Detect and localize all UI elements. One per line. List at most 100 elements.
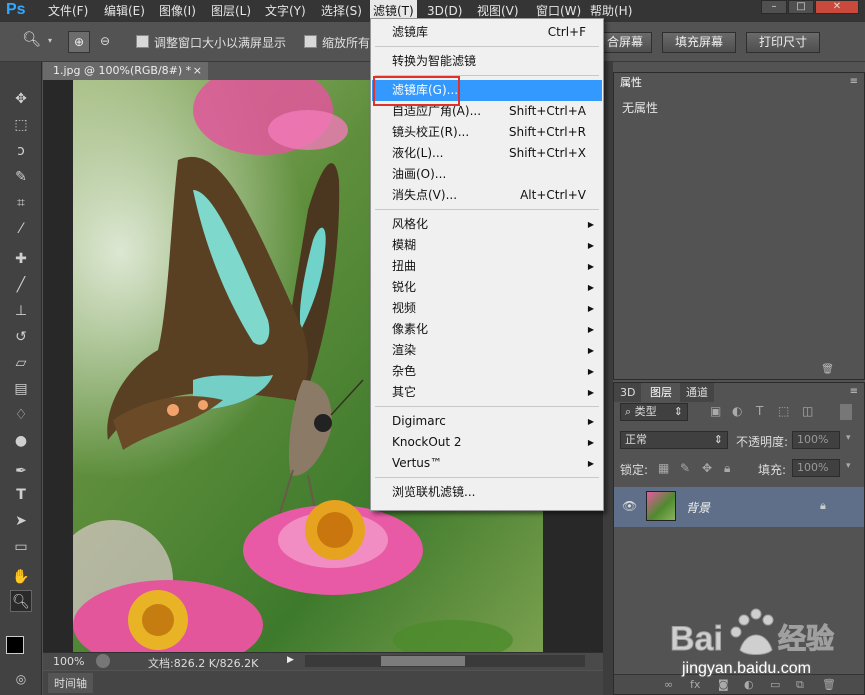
lock-all-icon[interactable]: 🔒︎ — [724, 461, 730, 476]
close-tab-icon[interactable]: × — [193, 62, 202, 80]
layer-name[interactable]: 背景 — [686, 499, 710, 516]
layer-filter-select[interactable]: ⌕ 类型 ⇕ — [620, 403, 688, 421]
lock-position-icon[interactable]: ✥ — [702, 461, 712, 475]
type-tool-icon[interactable]: T — [10, 484, 32, 506]
hand-tool-icon[interactable]: ✋ — [10, 566, 32, 588]
menu-item-8[interactable]: 视图(V) — [474, 3, 522, 19]
healing-brush-tool-icon[interactable]: ✚ — [10, 248, 32, 270]
filter-menu-item-0[interactable]: 滤镜库 Ctrl+F — [372, 22, 602, 43]
menu-item-9[interactable]: 窗口(W) — [533, 3, 584, 19]
filter-menu-item-6[interactable]: 镜头校正(R)... Shift+Ctrl+R — [372, 122, 602, 143]
document-tab[interactable]: 1.jpg @ 100%(RGB/8#) * × — [43, 62, 208, 80]
filter-toggle[interactable] — [840, 404, 852, 420]
layer-row-background[interactable]: 👁︎ 背景 🔒︎ — [614, 487, 864, 527]
filter-menu-item-label: 其它 — [392, 385, 417, 399]
filter-pixel-icon[interactable]: ▣ — [710, 404, 721, 418]
zoom-tool-icon[interactable]: 🔍︎ — [22, 30, 41, 48]
menu-item-2[interactable]: 图像(I) — [156, 3, 199, 19]
blend-mode-select[interactable]: 正常 ⇕ — [620, 431, 728, 449]
quick-mask-icon[interactable]: ◎ — [10, 668, 32, 690]
filter-smart-object-icon[interactable]: ◫ — [802, 404, 813, 418]
filter-menu-item-14[interactable]: 锐化 ▶ — [372, 277, 602, 298]
panel-menu-icon[interactable]: ≡ — [850, 76, 858, 87]
fill-input[interactable]: 100% — [792, 459, 840, 477]
horizontal-scrollbar[interactable] — [305, 655, 585, 667]
filter-type-icon[interactable]: T — [756, 404, 763, 418]
menu-separator — [375, 477, 599, 478]
filter-menu-item-12[interactable]: 模糊 ▶ — [372, 235, 602, 256]
filter-menu-item-9[interactable]: 消失点(V)... Alt+Ctrl+V — [372, 185, 602, 206]
status-arrow-icon[interactable]: ▶ — [287, 655, 294, 665]
menu-item-0[interactable]: 文件(F) — [45, 3, 91, 19]
filter-menu-item-8[interactable]: 油画(O)... — [372, 164, 602, 185]
brush-tool-icon[interactable]: ╱ — [10, 274, 32, 296]
baidu-jingyan-watermark: Bai 经验 jingyan.baidu.com — [660, 598, 865, 690]
filter-menu-item-25[interactable]: 浏览联机滤镜... — [372, 482, 602, 503]
status-menu-icon[interactable] — [96, 654, 110, 668]
foreground-color-swatch[interactable] — [6, 636, 24, 654]
path-selection-tool-icon[interactable]: ➤ — [10, 510, 32, 532]
tab-layers-2[interactable]: 通道 — [680, 383, 714, 402]
dodge-tool-icon[interactable]: ● — [10, 430, 32, 452]
menu-item-5[interactable]: 选择(S) — [318, 3, 365, 19]
maximize-button[interactable]: □ — [788, 0, 814, 14]
tab-layers-1[interactable]: 图层 — [644, 383, 678, 402]
zoom-in-icon[interactable]: ⊕ — [68, 31, 90, 53]
blur-tool-icon[interactable]: ♢ — [10, 404, 32, 426]
close-button[interactable]: ✕ — [815, 0, 859, 14]
menu-item-1[interactable]: 编辑(E) — [101, 3, 148, 19]
menu-item-3[interactable]: 图层(L) — [208, 3, 254, 19]
history-brush-tool-icon[interactable]: ↺ — [10, 326, 32, 348]
pen-tool-icon[interactable]: ✒ — [10, 460, 32, 482]
filter-menu-item-16[interactable]: 像素化 ▶ — [372, 319, 602, 340]
zoom-out-icon[interactable]: ⊖ — [94, 31, 116, 53]
tool-preset-arrow-icon[interactable]: ▾ — [48, 36, 52, 45]
rectangle-tool-icon[interactable]: ▭ — [10, 536, 32, 558]
fit-screen-button[interactable]: 合屏幕 — [598, 32, 652, 53]
menu-item-10[interactable]: 帮助(H) — [587, 3, 635, 19]
tab-layers-0[interactable]: 3D — [614, 383, 642, 402]
move-tool-icon[interactable]: ✥ — [10, 88, 32, 110]
zoom-tool-icon[interactable]: 🔍︎ — [10, 590, 32, 612]
filter-menu-item-11[interactable]: 风格化 ▶ — [372, 214, 602, 235]
quick-selection-tool-icon[interactable]: ✎ — [10, 166, 32, 188]
eyedropper-tool-icon[interactable]: ⁄ — [10, 218, 32, 240]
panel-menu-icon[interactable]: ≡ — [850, 386, 858, 397]
filter-menu-item-23[interactable]: Vertus™ ▶ — [372, 453, 602, 474]
filter-menu-item-17[interactable]: 渲染 ▶ — [372, 340, 602, 361]
filter-shape-icon[interactable]: ⬚ — [778, 404, 789, 418]
print-size-button[interactable]: 打印尺寸 — [746, 32, 820, 53]
visibility-eye-icon[interactable]: 👁︎ — [622, 499, 637, 513]
filter-menu-item-13[interactable]: 扭曲 ▶ — [372, 256, 602, 277]
tab-properties[interactable]: 属性 — [614, 73, 648, 92]
trash-icon[interactable]: 🗑︎ — [821, 364, 834, 375]
filter-menu-item-19[interactable]: 其它 ▶ — [372, 382, 602, 403]
crop-tool-icon[interactable]: ⌗ — [10, 192, 32, 214]
marquee-tool-icon[interactable]: ⬚ — [10, 114, 32, 136]
opacity-dropdown-icon[interactable]: ▾ — [846, 433, 851, 443]
scrollbar-thumb[interactable] — [381, 656, 465, 666]
gradient-tool-icon[interactable]: ▤ — [10, 378, 32, 400]
lock-pixels-icon[interactable]: ✎ — [680, 461, 690, 475]
filter-menu-item-18[interactable]: 杂色 ▶ — [372, 361, 602, 382]
filter-menu-item-21[interactable]: Digimarc ▶ — [372, 411, 602, 432]
filter-menu-item-7[interactable]: 液化(L)... Shift+Ctrl+X — [372, 143, 602, 164]
fill-dropdown-icon[interactable]: ▾ — [846, 461, 851, 471]
zoom-level[interactable]: 100% — [53, 655, 84, 668]
filter-menu-item-15[interactable]: 视频 ▶ — [372, 298, 602, 319]
lock-transparency-icon[interactable]: ▦ — [658, 461, 669, 475]
timeline-tab[interactable]: 时间轴 — [48, 673, 93, 693]
fill-screen-button[interactable]: 填充屏幕 — [662, 32, 736, 53]
lasso-tool-icon[interactable]: ↄ — [10, 140, 32, 162]
filter-menu-item-2[interactable]: 转换为智能滤镜 — [372, 51, 602, 72]
minimize-button[interactable]: – — [761, 0, 787, 14]
filter-adjustment-icon[interactable]: ◐ — [732, 404, 742, 418]
resize-windows-checkbox[interactable] — [136, 35, 149, 48]
clone-stamp-tool-icon[interactable]: ⊥ — [10, 300, 32, 322]
menu-item-4[interactable]: 文字(Y) — [262, 3, 309, 19]
zoom-all-checkbox[interactable] — [304, 35, 317, 48]
filter-menu-item-22[interactable]: KnockOut 2 ▶ — [372, 432, 602, 453]
opacity-input[interactable]: 100% — [792, 431, 840, 449]
menu-item-7[interactable]: 3D(D) — [424, 3, 465, 19]
eraser-tool-icon[interactable]: ▱ — [10, 352, 32, 374]
